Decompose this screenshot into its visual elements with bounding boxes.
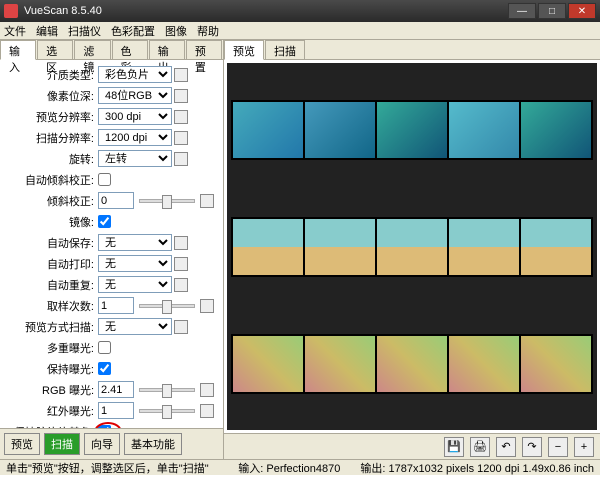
window-title: VueScan 8.5.40: [24, 5, 508, 17]
menu-scanner[interactable]: 扫描仪: [68, 23, 101, 39]
label-keep-film-base: 保持胶片片基色:: [6, 424, 98, 429]
film-strip-3: [231, 334, 593, 394]
reset-scan-res[interactable]: [174, 131, 188, 145]
tab-input[interactable]: 输入: [0, 40, 36, 60]
menu-help[interactable]: 帮助: [197, 23, 219, 39]
label-bit-depth: 像素位深:: [6, 88, 98, 104]
slider-ir-exp[interactable]: [139, 409, 195, 413]
close-button[interactable]: ✕: [568, 3, 596, 19]
label-rgb-exp: RGB 曝光:: [6, 382, 98, 398]
select-auto-print[interactable]: 无: [98, 255, 172, 272]
tab-preview[interactable]: 预览: [224, 40, 264, 60]
preview-button[interactable]: 预览: [4, 433, 40, 455]
reset-rotate[interactable]: [174, 152, 188, 166]
guide-button[interactable]: 向导: [84, 433, 120, 455]
slider-skew[interactable]: [139, 199, 195, 203]
menu-bar: 文件 编辑 扫描仪 色彩配置 图像 帮助: [0, 22, 600, 40]
status-output: 输出: 1787x1032 pixels 1200 dpi 1.49x0.86 …: [360, 460, 594, 476]
label-rotate: 旋转:: [6, 151, 98, 167]
tab-output[interactable]: 输出: [149, 40, 185, 59]
reset-skew[interactable]: [200, 194, 214, 208]
label-auto-print: 自动打印:: [6, 256, 98, 272]
select-media-type[interactable]: 彩色负片: [98, 66, 172, 83]
menu-edit[interactable]: 编辑: [36, 23, 58, 39]
rotate-right-icon[interactable]: ↷: [522, 437, 542, 457]
reset-rgb-exp[interactable]: [200, 383, 214, 397]
reset-bit-depth[interactable]: [174, 89, 188, 103]
tab-crop[interactable]: 选区: [37, 40, 73, 59]
preview-area[interactable]: [227, 63, 597, 430]
input-ir-exp[interactable]: [98, 402, 134, 419]
input-skew[interactable]: [98, 192, 134, 209]
checkbox-keep-exp[interactable]: [98, 362, 111, 375]
reset-auto-repeat[interactable]: [174, 278, 188, 292]
reset-ir-exp[interactable]: [200, 404, 214, 418]
label-mirror: 镜像:: [6, 214, 98, 230]
label-ir-exp: 红外曝光:: [6, 403, 98, 419]
status-hint: 单击"预览"按钮，调整选区后，单击"扫描": [6, 460, 238, 476]
right-tabs: 预览 扫描: [224, 40, 600, 60]
select-scan-res[interactable]: 1200 dpi: [98, 129, 172, 146]
label-multi-exp: 多重曝光:: [6, 340, 98, 356]
label-preview-res: 预览分辨率:: [6, 109, 98, 125]
input-samples[interactable]: [98, 297, 134, 314]
settings-panel: 介质类型:彩色负片 像素位深:48位RGB 预览分辨率:300 dpi 扫描分辨…: [0, 60, 223, 428]
reset-auto-print[interactable]: [174, 257, 188, 271]
label-scan-res: 扫描分辨率:: [6, 130, 98, 146]
input-rgb-exp[interactable]: [98, 381, 134, 398]
menu-color[interactable]: 色彩配置: [111, 23, 155, 39]
select-rotate[interactable]: 左转: [98, 150, 172, 167]
label-skew: 倾斜校正:: [6, 193, 98, 209]
checkbox-multi-exp[interactable]: [98, 341, 111, 354]
basic-button[interactable]: 基本功能: [124, 433, 182, 455]
tab-prefs[interactable]: 预置: [186, 40, 222, 59]
right-pane: 预览 扫描 💾 🖨 ↶ ↷ − +: [224, 40, 600, 459]
select-preview-res[interactable]: 300 dpi: [98, 108, 172, 125]
reset-auto-save[interactable]: [174, 236, 188, 250]
select-preview-scan[interactable]: 无: [98, 318, 172, 335]
minimize-button[interactable]: —: [508, 3, 536, 19]
save-icon[interactable]: 💾: [444, 437, 464, 457]
tab-color[interactable]: 色彩: [112, 40, 148, 59]
rotate-left-icon[interactable]: ↶: [496, 437, 516, 457]
tab-scan[interactable]: 扫描: [265, 40, 305, 59]
status-bar: 单击"预览"按钮，调整选区后，单击"扫描" 输入: Perfection4870…: [0, 459, 600, 475]
menu-file[interactable]: 文件: [4, 23, 26, 39]
maximize-button[interactable]: □: [538, 3, 566, 19]
reset-media-type[interactable]: [174, 68, 188, 82]
label-auto-skew: 自动倾斜校正:: [6, 172, 98, 188]
bottom-toolbar: 💾 🖨 ↶ ↷ − +: [224, 433, 600, 459]
film-strip-2: [231, 217, 593, 277]
left-button-bar: 预览 扫描 向导 基本功能: [0, 428, 223, 459]
checkbox-auto-skew[interactable]: [98, 173, 111, 186]
zoom-in-icon[interactable]: +: [574, 437, 594, 457]
zoom-out-icon[interactable]: −: [548, 437, 568, 457]
slider-rgb-exp[interactable]: [139, 388, 195, 392]
select-auto-save[interactable]: 无: [98, 234, 172, 251]
reset-preview-scan[interactable]: [174, 320, 188, 334]
tab-filter[interactable]: 滤镜: [74, 40, 110, 59]
select-bit-depth[interactable]: 48位RGB: [98, 87, 172, 104]
slider-samples[interactable]: [139, 304, 195, 308]
reset-preview-res[interactable]: [174, 110, 188, 124]
label-keep-exp: 保持曝光:: [6, 361, 98, 377]
status-input: 输入: Perfection4870: [238, 460, 340, 476]
window-titlebar: VueScan 8.5.40 — □ ✕: [0, 0, 600, 22]
label-samples: 取样次数:: [6, 298, 98, 314]
label-auto-repeat: 自动重复:: [6, 277, 98, 293]
reset-samples[interactable]: [200, 299, 214, 313]
checkbox-mirror[interactable]: [98, 215, 111, 228]
print-icon[interactable]: 🖨: [470, 437, 490, 457]
select-auto-repeat[interactable]: 无: [98, 276, 172, 293]
menu-image[interactable]: 图像: [165, 23, 187, 39]
label-media-type: 介质类型:: [6, 67, 98, 83]
label-preview-scan: 预览方式扫描:: [6, 319, 98, 335]
label-auto-save: 自动保存:: [6, 235, 98, 251]
checkbox-keep-film-base[interactable]: [98, 425, 111, 428]
left-tabs: 输入 选区 滤镜 色彩 输出 预置: [0, 40, 223, 60]
app-icon: [4, 4, 18, 18]
left-pane: 输入 选区 滤镜 色彩 输出 预置 介质类型:彩色负片 像素位深:48位RGB …: [0, 40, 224, 459]
scan-button[interactable]: 扫描: [44, 433, 80, 455]
film-strip-1: [231, 100, 593, 160]
